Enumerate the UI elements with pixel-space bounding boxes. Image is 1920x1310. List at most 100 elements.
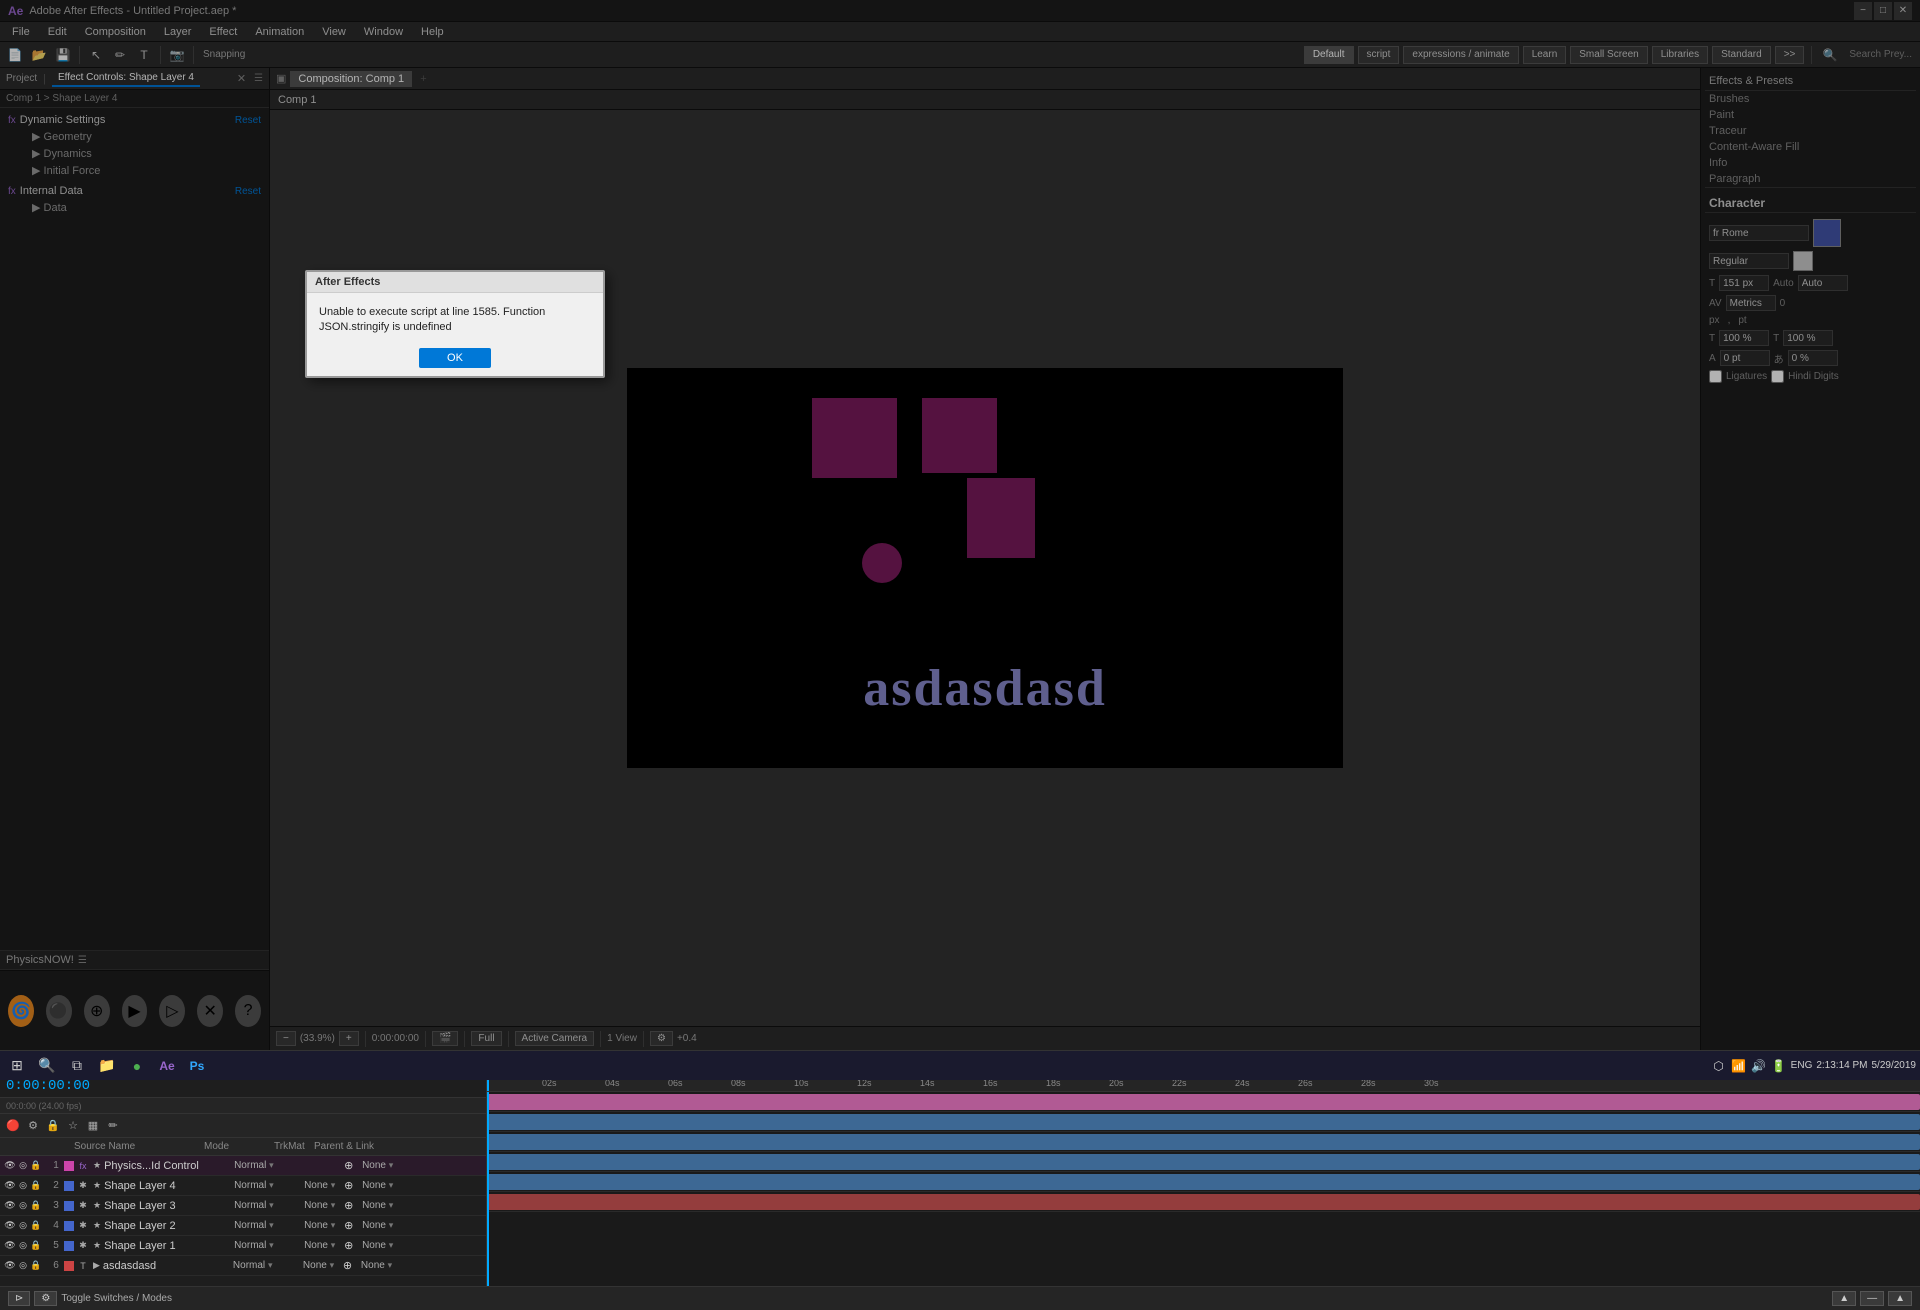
layer-3-link-icon[interactable]: ⊕ xyxy=(344,1199,362,1212)
vis-lock-2[interactable]: 🔒 xyxy=(30,1180,42,1192)
layer-row-2[interactable]: 👁 ◎ 🔒 2 ✱ ★ Shape Layer 4 Normal ▾ None … xyxy=(0,1176,486,1196)
layer-row-6[interactable]: 👁 ◎ 🔒 6 T ▶ asdasdasd Normal ▾ None ▾ ⊕ … xyxy=(0,1256,486,1276)
layer-6-link-icon[interactable]: ⊕ xyxy=(343,1259,361,1272)
vis-lock-5[interactable]: 🔒 xyxy=(30,1240,42,1252)
frame-rate-display: 00:0:00 (24.00 fps) xyxy=(6,1101,82,1111)
layer-6-trk[interactable]: None ▾ xyxy=(303,1260,343,1271)
toggle-switches-label[interactable]: Toggle Switches / Modes xyxy=(61,1293,172,1304)
layer-2-type: ✱ xyxy=(76,1179,90,1193)
layer-1-parent[interactable]: None ▾ xyxy=(362,1160,482,1171)
layer-row-5[interactable]: 👁 ◎ 🔒 5 ✱ ★ Shape Layer 1 Normal ▾ None … xyxy=(0,1236,486,1256)
vis-eye-6[interactable]: 👁 xyxy=(4,1260,16,1272)
vis-solo-1[interactable]: ◎ xyxy=(17,1160,29,1172)
vis-eye-1[interactable]: 👁 xyxy=(4,1160,16,1172)
vis-solo-2[interactable]: ◎ xyxy=(17,1180,29,1192)
taskbar-explorer[interactable]: 📁 xyxy=(94,1053,120,1079)
track-row-2 xyxy=(487,1112,1920,1132)
layer-1-name: Physics...Id Control xyxy=(104,1160,234,1172)
taskbar-taskview[interactable]: ⧉ xyxy=(64,1053,90,1079)
taskbar-ae[interactable]: Ae xyxy=(154,1053,180,1079)
vis-eye-3[interactable]: 👁 xyxy=(4,1200,16,1212)
layer-3-num: 3 xyxy=(48,1200,64,1211)
layer-6-mode[interactable]: Normal ▾ xyxy=(233,1260,303,1271)
taskbar-ps[interactable]: Ps xyxy=(184,1053,210,1079)
lc-lock-btn[interactable]: 🔒 xyxy=(44,1117,62,1135)
layer-5-num: 5 xyxy=(48,1240,64,1251)
vis-eye-4[interactable]: 👁 xyxy=(4,1220,16,1232)
tl-nav-start[interactable]: ⊳ xyxy=(8,1291,30,1306)
tl-nav-scroll[interactable]: — xyxy=(1860,1291,1884,1306)
layer-3-trk[interactable]: None ▾ xyxy=(304,1200,344,1211)
layer-4-num: 4 xyxy=(48,1220,64,1231)
layer-3-parent[interactable]: None ▾ xyxy=(362,1200,482,1211)
tray-volume[interactable]: 🔊 xyxy=(1751,1058,1767,1074)
vis-solo-3[interactable]: ◎ xyxy=(17,1200,29,1212)
track-row-5 xyxy=(487,1172,1920,1192)
layer-4-link-icon[interactable]: ⊕ xyxy=(344,1219,362,1232)
layer-1-link-icon[interactable]: ⊕ xyxy=(344,1159,362,1172)
dialog-ok-button[interactable]: OK xyxy=(419,348,491,368)
track-bar-5[interactable] xyxy=(487,1174,1920,1190)
track-row-1 xyxy=(487,1092,1920,1112)
track-row-3 xyxy=(487,1132,1920,1152)
layer-5-color xyxy=(64,1241,74,1251)
tray-battery[interactable]: 🔋 xyxy=(1771,1058,1787,1074)
layer-5-trk[interactable]: None ▾ xyxy=(304,1240,344,1251)
vis-lock-1[interactable]: 🔒 xyxy=(30,1160,42,1172)
layer-2-mode[interactable]: Normal ▾ xyxy=(234,1180,304,1191)
tl-nav-settings[interactable]: ⚙ xyxy=(34,1291,57,1306)
timeline-area: ✕ Comp 1 + 0:00:00:00 00:0:00 (24.00 fps… xyxy=(0,1050,1920,1310)
dialog-message: Unable to execute script at line 1585. F… xyxy=(319,306,545,333)
lc-paint-btn[interactable]: ✏ xyxy=(104,1117,122,1135)
taskbar-chrome[interactable]: ● xyxy=(124,1053,150,1079)
timeline-content: 0:00:00:00 00:0:00 (24.00 fps) 🔴 ⚙ 🔒 ☆ ▦… xyxy=(0,1074,1920,1286)
layer-5-star: ★ xyxy=(93,1240,101,1251)
layer-5-name: Shape Layer 1 xyxy=(104,1240,234,1252)
layer-2-trk[interactable]: None ▾ xyxy=(304,1180,344,1191)
layer-row-1[interactable]: 👁 ◎ 🔒 1 fx ★ Physics...Id Control Normal… xyxy=(0,1156,486,1176)
tray-network[interactable]: 📶 xyxy=(1731,1058,1747,1074)
lc-render-btn[interactable]: 🔴 xyxy=(4,1117,22,1135)
lc-preview-btn[interactable]: ⚙ xyxy=(24,1117,42,1135)
lc-guide-btn[interactable]: ▦ xyxy=(84,1117,102,1135)
layer-1-mode[interactable]: Normal ▾ xyxy=(234,1160,304,1171)
layer-row-4[interactable]: 👁 ◎ 🔒 4 ✱ ★ Shape Layer 2 Normal ▾ None … xyxy=(0,1216,486,1236)
lc-solo-btn[interactable]: ☆ xyxy=(64,1117,82,1135)
taskbar-time: 2:13:14 PM xyxy=(1816,1060,1867,1071)
taskbar-start[interactable]: ⊞ xyxy=(4,1053,30,1079)
vis-solo-5[interactable]: ◎ xyxy=(17,1240,29,1252)
vis-lock-6[interactable]: 🔒 xyxy=(30,1260,42,1272)
layer-5-mode[interactable]: Normal ▾ xyxy=(234,1240,304,1251)
track-bar-2[interactable] xyxy=(487,1114,1920,1130)
taskbar-search[interactable]: 🔍 xyxy=(34,1053,60,1079)
layer-4-mode[interactable]: Normal ▾ xyxy=(234,1220,304,1231)
col-header-trk: TrkMat xyxy=(274,1141,314,1152)
layer-1-color xyxy=(64,1161,74,1171)
track-bar-3[interactable] xyxy=(487,1134,1920,1150)
layer-6-color xyxy=(64,1261,74,1271)
layer-2-parent[interactable]: None ▾ xyxy=(362,1180,482,1191)
vis-lock-4[interactable]: 🔒 xyxy=(30,1220,42,1232)
layer-1-num: 1 xyxy=(48,1160,64,1171)
layer-6-parent[interactable]: None ▾ xyxy=(361,1260,482,1271)
layer-4-parent[interactable]: None ▾ xyxy=(362,1220,482,1231)
track-bar-4[interactable] xyxy=(487,1154,1920,1170)
track-bar-1[interactable] xyxy=(487,1094,1920,1110)
layer-5-parent[interactable]: None ▾ xyxy=(362,1240,482,1251)
tl-nav-zoom-in[interactable]: ▲ xyxy=(1832,1291,1856,1306)
layer-3-mode[interactable]: Normal ▾ xyxy=(234,1200,304,1211)
vis-solo-4[interactable]: ◎ xyxy=(17,1220,29,1232)
tl-nav-zoom-out[interactable]: ▲ xyxy=(1888,1291,1912,1306)
tray-icons[interactable]: ⬡ xyxy=(1711,1058,1727,1074)
track-bar-6[interactable] xyxy=(487,1194,1920,1210)
layer-5-link-icon[interactable]: ⊕ xyxy=(344,1239,362,1252)
layer-4-vis-icons: 👁 ◎ 🔒 xyxy=(4,1220,48,1232)
layer-2-link-icon[interactable]: ⊕ xyxy=(344,1179,362,1192)
layer-4-trk[interactable]: None ▾ xyxy=(304,1220,344,1231)
vis-solo-6[interactable]: ◎ xyxy=(17,1260,29,1272)
vis-lock-3[interactable]: 🔒 xyxy=(30,1200,42,1212)
layer-row-3[interactable]: 👁 ◎ 🔒 3 ✱ ★ Shape Layer 3 Normal ▾ None … xyxy=(0,1196,486,1216)
vis-eye-5[interactable]: 👁 xyxy=(4,1240,16,1252)
tl-nav-right: ▲ — ▲ xyxy=(1832,1291,1912,1306)
vis-eye-2[interactable]: 👁 xyxy=(4,1180,16,1192)
